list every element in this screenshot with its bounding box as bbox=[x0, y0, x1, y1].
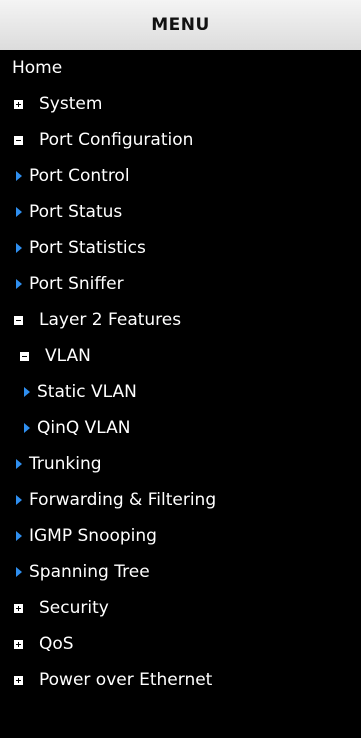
menu-item-label: Trunking bbox=[29, 454, 102, 474]
triangle-right-icon bbox=[16, 279, 22, 289]
triangle-right-icon bbox=[16, 495, 22, 505]
menu-item-port-status[interactable]: Port Status bbox=[0, 194, 361, 230]
menu-item-port-statistics[interactable]: Port Statistics bbox=[0, 230, 361, 266]
triangle-right-icon bbox=[16, 243, 22, 253]
menu-item-label: Port Sniffer bbox=[29, 274, 124, 294]
menu-item-label: Static VLAN bbox=[37, 382, 137, 402]
menu-item-system[interactable]: System bbox=[0, 86, 361, 122]
plus-box-icon[interactable] bbox=[14, 603, 23, 613]
menu-item-label: Port Status bbox=[29, 202, 123, 222]
menu-item-label: Port Statistics bbox=[29, 238, 146, 258]
menu-item-security[interactable]: Security bbox=[0, 590, 361, 626]
menu-item-static-vlan[interactable]: Static VLAN bbox=[0, 374, 361, 410]
plus-box-icon[interactable] bbox=[14, 675, 23, 685]
triangle-right-icon bbox=[16, 207, 22, 217]
menu-item-port-control[interactable]: Port Control bbox=[0, 158, 361, 194]
menu-item-qos[interactable]: QoS bbox=[0, 626, 361, 662]
menu-item-igmp-snooping[interactable]: IGMP Snooping bbox=[0, 518, 361, 554]
triangle-right-icon bbox=[24, 387, 30, 397]
menu-item-label: Layer 2 Features bbox=[39, 310, 182, 330]
menu-item-layer2-features[interactable]: Layer 2 Features bbox=[0, 302, 361, 338]
menu-item-label: Power over Ethernet bbox=[39, 670, 213, 690]
menu-item-label: Security bbox=[39, 598, 109, 618]
minus-box-icon[interactable] bbox=[14, 135, 23, 145]
menu-item-label: Port Control bbox=[29, 166, 130, 186]
menu-item-label: Port Configuration bbox=[39, 130, 194, 150]
plus-box-icon[interactable] bbox=[14, 99, 23, 109]
menu-item-vlan[interactable]: VLAN bbox=[0, 338, 361, 374]
menu-item-label: Spanning Tree bbox=[29, 562, 150, 582]
menu-title: MENU bbox=[151, 15, 210, 35]
plus-box-icon[interactable] bbox=[14, 639, 23, 649]
menu-item-label: QoS bbox=[39, 634, 74, 654]
menu-item-label: System bbox=[39, 94, 103, 114]
menu-item-trunking[interactable]: Trunking bbox=[0, 446, 361, 482]
triangle-right-icon bbox=[16, 531, 22, 541]
triangle-right-icon bbox=[16, 171, 22, 181]
minus-box-icon[interactable] bbox=[20, 351, 29, 361]
menu-item-label: QinQ VLAN bbox=[37, 418, 131, 438]
menu-header: MENU bbox=[0, 0, 361, 50]
menu-item-label: Forwarding & Filtering bbox=[29, 490, 217, 510]
menu-item-label: VLAN bbox=[45, 346, 91, 366]
nav-menu: Home System Port Configuration Port Cont… bbox=[0, 50, 361, 698]
triangle-right-icon bbox=[24, 423, 30, 433]
menu-item-qinq-vlan[interactable]: QinQ VLAN bbox=[0, 410, 361, 446]
triangle-right-icon bbox=[16, 459, 22, 469]
menu-item-spanning-tree[interactable]: Spanning Tree bbox=[0, 554, 361, 590]
menu-item-power-over-ethernet[interactable]: Power over Ethernet bbox=[0, 662, 361, 698]
minus-box-icon[interactable] bbox=[14, 315, 23, 325]
menu-item-forwarding-filtering[interactable]: Forwarding & Filtering bbox=[0, 482, 361, 518]
menu-item-port-configuration[interactable]: Port Configuration bbox=[0, 122, 361, 158]
menu-item-label: Home bbox=[12, 58, 63, 78]
menu-item-label: IGMP Snooping bbox=[29, 526, 157, 546]
menu-item-home[interactable]: Home bbox=[0, 50, 361, 86]
triangle-right-icon bbox=[16, 567, 22, 577]
menu-item-port-sniffer[interactable]: Port Sniffer bbox=[0, 266, 361, 302]
